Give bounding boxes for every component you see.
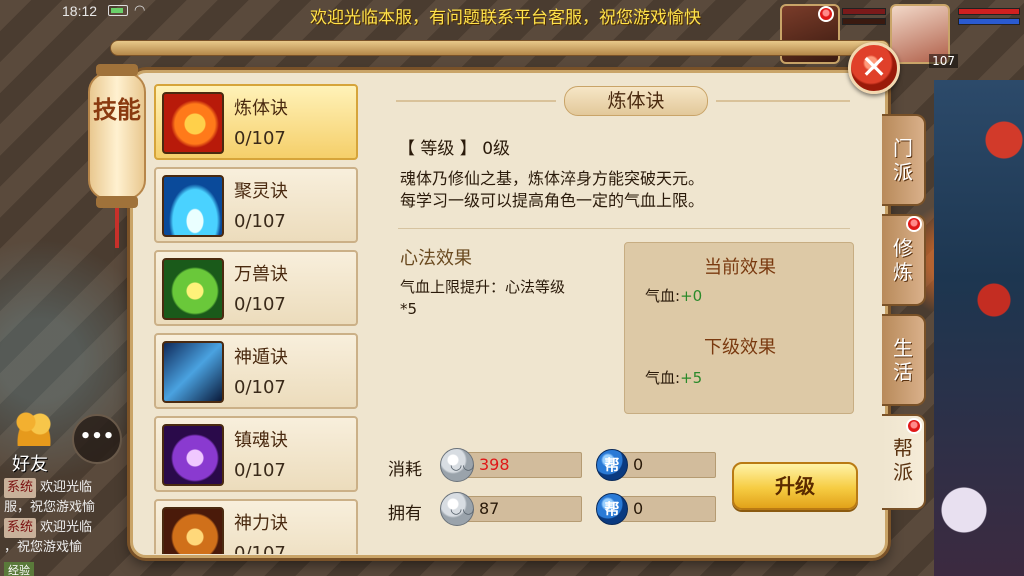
chat-channel-tag: 系统 xyxy=(4,518,37,538)
friends-label: 好友 xyxy=(12,454,48,475)
xp-label: 经验 xyxy=(4,562,34,576)
next-effect-title: 下级效果 xyxy=(704,337,776,358)
skill-title: 炼体诀 xyxy=(564,86,708,116)
pet-notification-badge xyxy=(818,6,834,22)
title-divider-left xyxy=(396,100,556,102)
scene-right-decoration xyxy=(934,80,1024,576)
cost-label: 消耗 xyxy=(388,460,422,480)
silver-coin-icon: ◡◡ xyxy=(440,492,474,526)
close-button[interactable]: ✕ xyxy=(848,42,900,94)
skill-progress: 0/107 xyxy=(234,211,286,232)
upgrade-button[interactable]: 升级 xyxy=(732,462,858,510)
skill-name: 万兽诀 xyxy=(234,264,288,285)
player-level: 107 xyxy=(929,54,958,68)
section-divider xyxy=(398,228,850,229)
method-effect-title: 心法效果 xyxy=(400,248,472,269)
current-effect-line: 气血:+0 xyxy=(645,287,703,305)
effect-box: 当前效果 气血:+0 下级效果 气血:+5 xyxy=(624,242,854,414)
chat-channel-tag: 系统 xyxy=(4,478,37,498)
skill-name: 神力诀 xyxy=(234,513,288,534)
chat-log[interactable]: 系统 欢迎光临 服，祝您游戏愉 系统 欢迎光临 ，祝您游戏愉 xyxy=(4,478,144,558)
chat-line: ，祝您游戏愉 xyxy=(4,540,83,555)
guild-coin-icon: 帮 xyxy=(596,449,628,481)
skill-progress: 0/107 xyxy=(234,543,286,554)
chat-line: 系统 欢迎光临 xyxy=(4,478,144,498)
soul-suppress-icon xyxy=(162,424,224,486)
skills-lantern-title: 技能 xyxy=(88,64,146,248)
cultivation-notification-badge xyxy=(906,216,922,232)
pet-mp-bar xyxy=(842,18,886,25)
level-value: 0级 xyxy=(482,139,511,159)
friends-icon xyxy=(14,410,54,446)
next-effect-value: +5 xyxy=(680,369,703,387)
skill-list[interactable]: 炼体诀 0/107 聚灵诀 0/107 万兽诀 0/107 神遁诀 0/107 … xyxy=(150,82,362,554)
skill-item-juling[interactable]: 聚灵诀 0/107 xyxy=(154,167,358,243)
current-effect-title: 当前效果 xyxy=(704,257,776,278)
skill-progress: 0/107 xyxy=(234,377,286,398)
panel-top-frame xyxy=(110,40,890,56)
skill-item-zhenhun[interactable]: 镇魂诀 0/107 xyxy=(154,416,358,492)
shadow-escape-icon xyxy=(162,341,224,403)
skill-name: 神遁诀 xyxy=(234,347,288,368)
skill-name: 炼体诀 xyxy=(234,98,288,119)
own-label: 拥有 xyxy=(388,504,422,524)
guild-notification-badge xyxy=(906,418,922,434)
skill-level-row: 【 等级 】 0级 xyxy=(398,134,510,159)
guild-coin-icon: 帮 xyxy=(596,493,628,525)
fire-body-icon xyxy=(162,92,224,154)
chat-bubble-icon[interactable]: ••• xyxy=(72,414,122,464)
chat-line: 系统 欢迎光临 xyxy=(4,518,144,538)
own-silver-value: 87 xyxy=(458,496,582,522)
announcement-marquee: 欢迎光临本服，有问题联系平台客服，祝您游戏愉快 xyxy=(310,8,701,28)
battery-icon xyxy=(108,5,128,16)
skill-item-shendun[interactable]: 神遁诀 0/107 xyxy=(154,333,358,409)
skill-description: 魂体乃修仙之基，炼体淬身方能突破天元。 每学习一级可以提高角色一定的气血上限。 xyxy=(400,169,705,210)
skill-progress: 0/107 xyxy=(234,460,286,481)
skill-progress: 0/107 xyxy=(234,294,286,315)
player-hp-bar xyxy=(958,8,1020,15)
friends-button[interactable]: 好友 xyxy=(4,408,60,475)
tab-life[interactable]: 生活 xyxy=(882,314,926,406)
spirit-gather-icon xyxy=(162,175,224,237)
skill-name: 聚灵诀 xyxy=(234,181,288,202)
title-divider-right xyxy=(716,100,850,102)
method-effect-text: 气血上限提升：心法等级 *5 xyxy=(400,278,566,318)
divine-power-icon xyxy=(162,507,224,554)
skill-name: 镇魂诀 xyxy=(234,430,288,451)
chat-line: 服，祝您游戏愉 xyxy=(4,500,96,515)
beast-paw-icon xyxy=(162,258,224,320)
panel-title-label: 技能 xyxy=(93,95,141,124)
skill-progress: 0/107 xyxy=(234,128,286,149)
wifi-icon: ◠ xyxy=(134,3,146,18)
next-effect-line: 气血:+5 xyxy=(645,369,703,387)
level-label: 【 等级 】 xyxy=(398,139,477,159)
skill-item-lianti[interactable]: 炼体诀 0/107 xyxy=(154,84,358,160)
skill-item-shenli[interactable]: 神力诀 0/107 xyxy=(154,499,358,554)
skill-item-wanshou[interactable]: 万兽诀 0/107 xyxy=(154,250,358,326)
current-effect-value: +0 xyxy=(680,287,703,305)
cost-silver-value: 398 xyxy=(458,452,582,478)
silver-coin-icon: ◡◡ xyxy=(440,448,474,482)
clock: 18:12 xyxy=(62,3,98,19)
tab-sect[interactable]: 门派 xyxy=(882,114,926,206)
player-mp-bar xyxy=(958,18,1020,25)
pet-hp-bar xyxy=(842,8,886,15)
